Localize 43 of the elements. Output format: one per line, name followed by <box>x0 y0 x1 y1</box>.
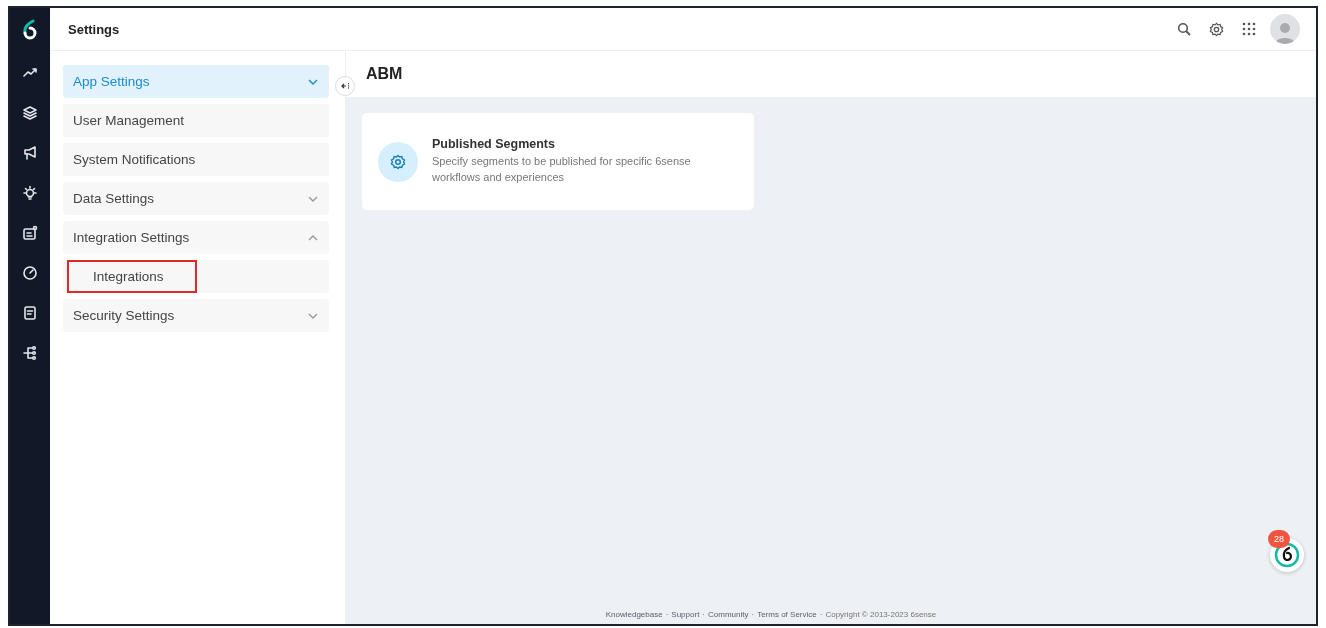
chevron-down-icon <box>307 194 319 203</box>
logo-icon <box>1274 542 1300 568</box>
footer-link[interactable]: Knowledgebase <box>605 609 663 619</box>
footer-link[interactable]: Support <box>671 609 700 619</box>
bulb-icon <box>22 185 38 201</box>
hierarchy-icon <box>22 345 38 361</box>
sidebar-subitem[interactable]: Integrations <box>67 260 197 293</box>
sidebar-item[interactable]: System Notifications <box>63 143 329 176</box>
sidebar-item[interactable]: Security Settings <box>63 299 329 332</box>
separator-dot: · <box>751 609 755 619</box>
settings-icon <box>1209 21 1224 37</box>
gauge-icon <box>22 265 38 281</box>
separator-dot: · <box>819 609 823 619</box>
search-button[interactable] <box>1177 22 1191 36</box>
notification-badge: 28 <box>1268 530 1290 548</box>
collapse-icon <box>340 82 350 90</box>
footer-link[interactable]: Terms of Service <box>757 609 817 619</box>
chevron-up-icon <box>307 233 319 242</box>
chevron-down-icon <box>307 77 319 86</box>
logo-icon[interactable] <box>21 19 39 41</box>
footer-link[interactable]: Community <box>708 609 749 619</box>
section-title: ABM <box>366 65 403 83</box>
chevron-down-icon <box>307 311 319 320</box>
sidebar-item[interactable]: Integration Settings <box>63 221 329 254</box>
settings-card[interactable]: Published Segments Specify segments to be published for specific 6sense workflows and experiences <box>362 113 754 210</box>
sidebar-item[interactable]: User Management <box>63 104 329 137</box>
separator-dot: · <box>702 609 706 619</box>
apps-grid-icon <box>1242 22 1256 36</box>
collapse-button[interactable] <box>335 76 355 96</box>
card-title: Published Segments <box>432 137 556 152</box>
id-card-icon <box>22 225 38 241</box>
page-title: Settings <box>68 21 121 37</box>
sidebar-item[interactable]: Data Settings <box>63 182 329 215</box>
separator-dot: · <box>665 609 669 619</box>
apps-button[interactable] <box>1242 22 1256 36</box>
layers-icon <box>22 105 38 121</box>
gear-icon <box>378 141 418 182</box>
copyright-text: Copyright © 2013-2023 6sense <box>825 609 937 619</box>
search-icon <box>1177 22 1191 36</box>
document-icon <box>22 305 38 321</box>
settings-button[interactable] <box>1209 21 1224 37</box>
card-description: Specify segments to be published for specific 6sense workflows and experiences <box>432 154 692 185</box>
megaphone-icon <box>22 145 38 161</box>
